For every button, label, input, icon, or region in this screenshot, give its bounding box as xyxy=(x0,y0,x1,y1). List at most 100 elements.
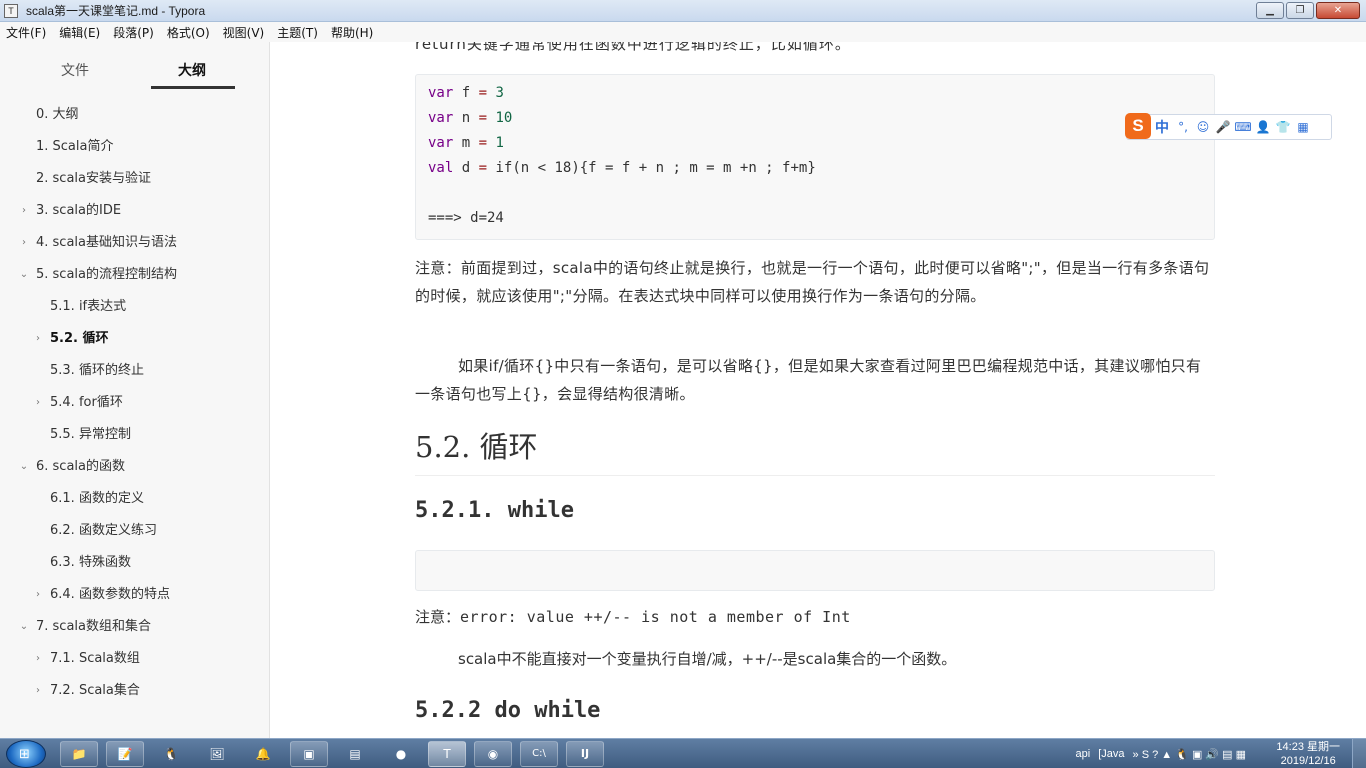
menu-paragraph[interactable]: 段落(P) xyxy=(113,24,154,41)
chevron-right-icon[interactable]: › xyxy=(33,648,43,670)
note-paragraph: 注意：前面提到过，scala中的语句终止就是换行，也就是一行一个语句，此时便可以… xyxy=(415,259,1210,305)
qq-icon[interactable]: 🐧 xyxy=(152,741,190,767)
heading-do-while: 5.2.2 do while xyxy=(415,698,601,723)
outline-item[interactable]: 5.3. 循环的终止 xyxy=(0,360,270,392)
chevron-right-icon[interactable]: › xyxy=(33,680,43,702)
outline-item-label: 6. scala的函数 xyxy=(36,459,126,474)
outline-list: 0. 大纲 1. Scala简介 2. scala安装与验证 › 3. scala的ID… xyxy=(0,104,270,712)
outline-item[interactable]: 2. scala安装与验证 xyxy=(0,168,270,200)
show-desktop-button[interactable] xyxy=(1352,739,1366,768)
notepad-icon[interactable]: 📝 xyxy=(106,741,144,767)
note-prefix: 注意： xyxy=(415,608,461,626)
chrome-icon[interactable]: ◉ xyxy=(474,741,512,767)
code-number: 1 xyxy=(487,135,504,151)
chevron-right-icon[interactable]: › xyxy=(19,200,29,222)
code-operator: = xyxy=(478,160,488,176)
increment-paragraph: scala中不能直接对一个变量执行自增/减，++/--是scala集合的一个函数… xyxy=(458,650,957,668)
outline-item[interactable]: 0. 大纲 xyxy=(0,104,270,136)
system-tray: api [Java » S ? ▲ 🐧 ▣ 🔊 ▤ ▦ xyxy=(1076,739,1254,768)
code-line-1: var f = 3 xyxy=(428,85,504,101)
app-icon[interactable]: 🔔 xyxy=(244,741,282,767)
menu-help[interactable]: 帮助(H) xyxy=(331,24,373,41)
code-block[interactable]: var f = 3 var n = 10 var m = 1 val d = i… xyxy=(415,74,1215,240)
typora-taskbar-icon[interactable]: T xyxy=(428,741,466,767)
tab-files[interactable]: 文件 xyxy=(61,60,89,80)
outline-item[interactable]: 6.3. 特殊函数 xyxy=(0,552,270,584)
sogou-logo-icon[interactable]: S xyxy=(1125,113,1151,139)
explorer-icon[interactable]: 📁 xyxy=(60,741,98,767)
chevron-down-icon[interactable]: ⌄ xyxy=(19,456,29,478)
editor-pane[interactable]: return关键字通常使用在函数中进行逻辑的终止，比如循环。 var f = 3… xyxy=(271,42,1356,738)
tray-api-label[interactable]: api xyxy=(1076,748,1091,760)
code-var: n xyxy=(453,110,479,126)
outline-item[interactable]: ⌄ 6. scala的函数 xyxy=(0,456,270,488)
emoji-icon[interactable]: ☺ xyxy=(1193,120,1213,134)
outline-item[interactable]: › 7.2. Scala集合 xyxy=(0,680,270,712)
outline-item[interactable]: › 3. scala的IDE xyxy=(0,200,270,232)
outline-item-label: 0. 大纲 xyxy=(36,107,79,122)
cmd-icon[interactable]: C:\ xyxy=(520,741,558,767)
empty-code-block[interactable] xyxy=(415,550,1215,591)
typora-app-icon: T xyxy=(4,3,18,18)
keyboard-icon[interactable]: ⌨ xyxy=(1233,120,1253,134)
body-paragraph: 如果if/循环{}中只有一条语句，是可以省略{}，但是如果大家查看过阿里巴巴编程… xyxy=(415,357,1202,403)
clock[interactable]: 14:23 星期一 2019/12/16 xyxy=(1276,740,1340,768)
heading-loop: 5.2. 循环 xyxy=(415,422,1215,476)
intellij-icon[interactable]: IJ xyxy=(566,741,604,767)
menu-theme[interactable]: 主题(T) xyxy=(277,24,318,41)
outline-item[interactable]: 1. Scala简介 xyxy=(0,136,270,168)
start-button[interactable]: ⊞ xyxy=(6,740,46,768)
user-icon[interactable]: 👤 xyxy=(1253,120,1273,134)
outline-item[interactable]: › 4. scala基础知识与语法 xyxy=(0,232,270,264)
skin-icon[interactable]: 👕 xyxy=(1273,120,1293,134)
outline-item[interactable]: ⌄ 7. scala数组和集合 xyxy=(0,616,270,648)
chinese-mode-icon[interactable]: 中 xyxy=(1151,117,1173,137)
chevron-right-icon[interactable]: › xyxy=(33,584,43,606)
active-tab-indicator xyxy=(151,86,235,89)
code-keyword: var xyxy=(428,135,454,151)
outline-item-label: 1. Scala简介 xyxy=(36,139,114,154)
menu-view[interactable]: 视图(V) xyxy=(223,24,265,41)
outline-item[interactable]: 6.1. 函数的定义 xyxy=(0,488,270,520)
outline-item[interactable]: › 5.4. for循环 xyxy=(0,392,270,424)
eclipse-icon[interactable]: ● xyxy=(382,741,420,767)
calculator-icon[interactable]: ▤ xyxy=(336,741,374,767)
code-expression: if(n < 18){f = f + n ; m = m +n ; f+m} xyxy=(487,160,816,176)
menu-edit[interactable]: 编辑(E) xyxy=(59,24,100,41)
image-viewer-icon[interactable]: 🖼 xyxy=(198,741,236,767)
ime-toolbar[interactable]: S 中 °, ☺ 🎤 ⌨ 👤 👕 ▦ xyxy=(1125,113,1332,140)
microphone-icon[interactable]: 🎤 xyxy=(1213,120,1233,134)
outline-item[interactable]: › 6.4. 函数参数的特点 xyxy=(0,584,270,616)
windows-logo-icon: ⊞ xyxy=(19,747,30,762)
tray-java-label[interactable]: [Java xyxy=(1098,748,1124,760)
menu-file[interactable]: 文件(F) xyxy=(6,24,46,41)
outline-item[interactable]: ⌄ 5. scala的流程控制结构 xyxy=(0,264,270,296)
minimize-button[interactable]: ▁ xyxy=(1256,2,1284,19)
recorder-icon[interactable]: ▣ xyxy=(290,741,328,767)
outline-item[interactable]: › 7.1. Scala数组 xyxy=(0,648,270,680)
chevron-right-icon[interactable]: › xyxy=(33,392,43,414)
outline-item[interactable]: 5.5. 异常控制 xyxy=(0,424,270,456)
tab-outline[interactable]: 大纲 xyxy=(178,60,206,80)
punctuation-icon[interactable]: °, xyxy=(1173,120,1193,134)
clock-date: 2019/12/16 xyxy=(1280,755,1336,767)
code-operator: = xyxy=(478,110,488,126)
outline-item-label: 5.1. if表达式 xyxy=(50,299,127,314)
outline-item[interactable]: › 5.2. 循环 xyxy=(0,328,270,360)
code-keyword: var xyxy=(428,85,454,101)
toolbox-icon[interactable]: ▦ xyxy=(1293,120,1313,134)
inline-code-error: error: value ++/-- is not a member of In… xyxy=(460,608,851,626)
chevron-down-icon[interactable]: ⌄ xyxy=(19,264,29,286)
maximize-button[interactable]: ❐ xyxy=(1286,2,1314,19)
menu-bar: 文件(F) 编辑(E) 段落(P) 格式(O) 视图(V) 主题(T) 帮助(H… xyxy=(0,22,1366,42)
menu-format[interactable]: 格式(O) xyxy=(167,24,210,41)
outline-item-label: 2. scala安装与验证 xyxy=(36,171,152,186)
chevron-right-icon[interactable]: › xyxy=(19,232,29,254)
outline-item[interactable]: 6.2. 函数定义练习 xyxy=(0,520,270,552)
tray-icons[interactable]: » S ? ▲ 🐧 ▣ 🔊 ▤ ▦ xyxy=(1133,748,1246,761)
outline-item[interactable]: 5.1. if表达式 xyxy=(0,296,270,328)
code-line-4: val d = if(n < 18){f = f + n ; m = m +n … xyxy=(428,160,816,176)
chevron-down-icon[interactable]: ⌄ xyxy=(19,616,29,638)
close-button[interactable]: ✕ xyxy=(1316,2,1360,19)
chevron-right-icon[interactable]: › xyxy=(33,328,43,350)
